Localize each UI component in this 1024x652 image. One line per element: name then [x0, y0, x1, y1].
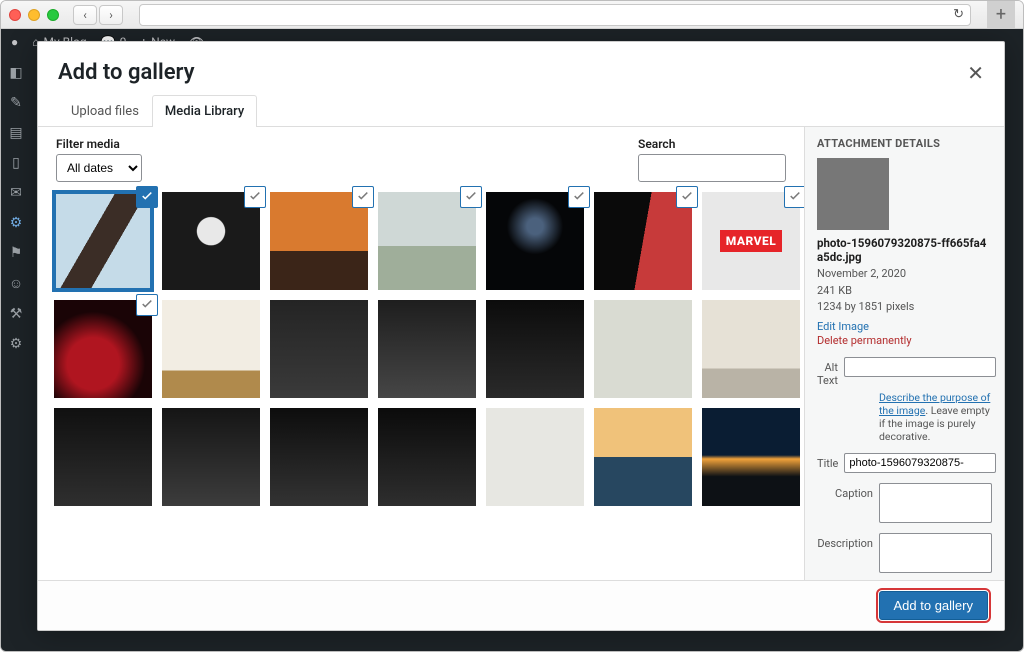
description-label: Description [817, 533, 873, 550]
media-thumb[interactable] [378, 300, 476, 398]
caption-row: Caption [817, 483, 992, 523]
modal-close-button[interactable]: ✕ [967, 61, 984, 85]
appearance-icon[interactable]: ⚙ [10, 215, 23, 231]
check-icon[interactable] [460, 186, 482, 208]
attachment-dimensions: 1234 by 1851 pixels [817, 299, 992, 316]
close-window-button[interactable] [9, 9, 21, 21]
media-thumb[interactable] [594, 408, 692, 506]
media-thumb[interactable] [486, 408, 584, 506]
media-main: Filter media All dates Search [38, 127, 804, 580]
media-thumb[interactable] [270, 300, 368, 398]
browser-nav: ‹ › [73, 5, 123, 25]
check-icon[interactable] [568, 186, 590, 208]
media-thumb[interactable] [594, 300, 692, 398]
reload-icon[interactable]: ↻ [953, 7, 964, 22]
search-input[interactable] [638, 154, 786, 182]
modal-header: Add to gallery ✕ [38, 42, 1004, 95]
dashboard-icon[interactable]: ◧ [9, 65, 22, 81]
media-thumb[interactable] [54, 408, 152, 506]
tab-media-library[interactable]: Media Library [152, 95, 257, 127]
posts-icon[interactable]: ✎ [10, 95, 22, 111]
filter-label: Filter media [56, 137, 142, 151]
title-row: Title [817, 453, 992, 473]
description-row: Description [817, 533, 992, 573]
tools-icon[interactable]: ⚒ [10, 306, 23, 322]
media-thumb[interactable] [162, 300, 260, 398]
wp-admin-sidebar: ◧ ✎ ▤ ▯ ✉ ⚙ ⚑ ☺ ⚒ ⚙ [1, 55, 31, 651]
media-thumb[interactable] [54, 192, 152, 290]
title-input[interactable] [844, 453, 996, 473]
check-icon[interactable] [136, 186, 158, 208]
alt-text-row: Alt Text [817, 357, 992, 387]
alt-text-label: Alt Text [817, 357, 838, 387]
check-icon[interactable] [352, 186, 374, 208]
attachment-actions: Edit Image Delete permanently [817, 320, 992, 347]
modal-title: Add to gallery [58, 60, 195, 85]
attachment-date: November 2, 2020 [817, 266, 992, 283]
modal-footer: Add to gallery [38, 580, 1004, 630]
zoom-window-button[interactable] [47, 9, 59, 21]
check-icon[interactable] [676, 186, 698, 208]
media-modal: Add to gallery ✕ Upload files Media Libr… [37, 41, 1005, 631]
new-tab-button[interactable]: + [987, 1, 1015, 29]
modal-tabs: Upload files Media Library [38, 95, 1004, 127]
caption-label: Caption [817, 483, 873, 500]
media-thumb[interactable] [162, 408, 260, 506]
media-toolbar: Filter media All dates Search [38, 127, 804, 186]
users-icon[interactable]: ☺ [9, 275, 23, 292]
browser-window: ‹ › ↻ + ● ⌂ My Blog 💬 0 + New 👁 [0, 0, 1024, 652]
plugins-icon[interactable]: ⚑ [10, 245, 23, 261]
caption-input[interactable] [879, 483, 992, 523]
media-thumb[interactable] [702, 192, 800, 290]
traffic-lights [9, 9, 59, 21]
back-button[interactable]: ‹ [73, 5, 97, 25]
alt-text-helper: Describe the purpose of the image. Leave… [879, 391, 992, 443]
attachment-preview [817, 158, 889, 230]
filter-column: Filter media All dates [56, 137, 142, 182]
media-grid [38, 186, 804, 524]
attachment-details: ATTACHMENT DETAILS photo-1596079320875-f… [804, 127, 1004, 580]
media-thumb[interactable] [270, 192, 368, 290]
comments-icon[interactable]: ✉ [10, 185, 22, 201]
media-thumb[interactable] [54, 300, 152, 398]
media-thumb[interactable] [378, 192, 476, 290]
pages-icon[interactable]: ▯ [12, 155, 20, 171]
minimize-window-button[interactable] [28, 9, 40, 21]
attachment-filesize: 241 KB [817, 283, 992, 300]
settings-icon[interactable]: ⚙ [10, 336, 23, 352]
media-thumb[interactable] [594, 192, 692, 290]
media-thumb[interactable] [486, 192, 584, 290]
check-icon[interactable] [784, 186, 804, 208]
add-to-gallery-button[interactable]: Add to gallery [879, 591, 989, 620]
media-thumb[interactable] [702, 300, 800, 398]
address-bar[interactable]: ↻ [139, 4, 971, 26]
details-heading: ATTACHMENT DETAILS [817, 137, 992, 150]
media-icon[interactable]: ▤ [9, 125, 22, 141]
wp-logo-icon[interactable]: ● [11, 35, 18, 49]
attachment-filename: photo-1596079320875-ff665fa4a5dc.jpg [817, 236, 992, 264]
media-thumb[interactable] [702, 408, 800, 506]
alt-text-input[interactable] [844, 357, 996, 377]
modal-body: Filter media All dates Search [38, 127, 1004, 580]
delete-permanently-link[interactable]: Delete permanently [817, 334, 992, 347]
media-thumb[interactable] [378, 408, 476, 506]
check-icon[interactable] [244, 186, 266, 208]
search-column: Search [638, 137, 786, 182]
description-input[interactable] [879, 533, 992, 573]
media-thumb[interactable] [270, 408, 368, 506]
edit-image-link[interactable]: Edit Image [817, 320, 992, 333]
media-thumb[interactable] [486, 300, 584, 398]
title-label: Title [817, 453, 838, 470]
media-thumb[interactable] [162, 192, 260, 290]
tab-upload-files[interactable]: Upload files [58, 95, 152, 127]
wp-admin-backdrop: ● ⌂ My Blog 💬 0 + New 👁 ◧ ✎ ▤ ▯ ✉ ⚙ ⚑ [1, 29, 1023, 651]
search-label: Search [638, 137, 786, 151]
filter-date-select[interactable]: All dates [56, 154, 142, 182]
macos-titlebar: ‹ › ↻ + [1, 1, 1023, 29]
forward-button[interactable]: › [99, 5, 123, 25]
check-icon[interactable] [136, 294, 158, 316]
